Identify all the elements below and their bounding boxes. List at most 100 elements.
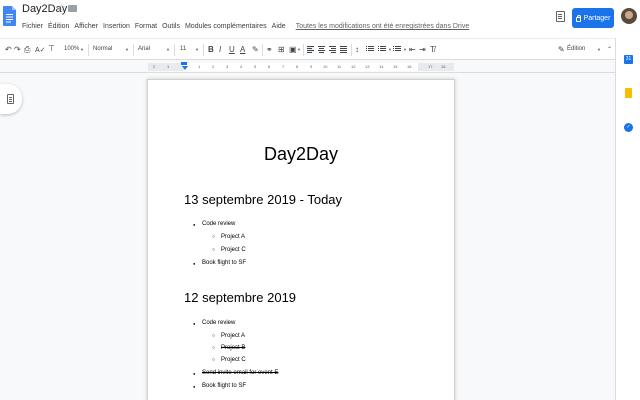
menu-tools[interactable]: Outils bbox=[162, 23, 180, 30]
ruler-number: 2 bbox=[153, 64, 156, 69]
outline-icon bbox=[7, 94, 14, 104]
share-label: Partager bbox=[583, 14, 611, 22]
docs-logo-icon[interactable] bbox=[3, 6, 16, 26]
list-item-done[interactable]: Send invite email for event E bbox=[193, 370, 278, 376]
highlight-icon[interactable]: ✎ bbox=[252, 45, 259, 55]
first-line-indent-marker[interactable] bbox=[181, 62, 187, 65]
align-center-icon[interactable] bbox=[318, 46, 325, 53]
list-item[interactable]: Code review bbox=[193, 221, 235, 227]
ruler-number: 15 bbox=[393, 64, 398, 69]
list-item[interactable]: Project A bbox=[212, 234, 245, 240]
comments-icon[interactable] bbox=[556, 11, 565, 22]
zoom-select[interactable]: 100% bbox=[64, 46, 79, 52]
toolbar-divider bbox=[262, 44, 263, 56]
align-justify-icon[interactable] bbox=[340, 46, 347, 53]
list-item[interactable]: Book flight to SF bbox=[193, 383, 246, 389]
ruler-number: 16 bbox=[407, 64, 412, 69]
toolbar-divider bbox=[88, 44, 89, 56]
mode-select[interactable]: Édition bbox=[567, 46, 585, 52]
spellcheck-icon[interactable]: A✓ bbox=[35, 46, 46, 56]
save-status-link[interactable]: Toutes les modifications ont été enregis… bbox=[296, 23, 470, 30]
ruler-number: 10 bbox=[323, 64, 328, 69]
chevron-down-icon: ▼ bbox=[403, 47, 407, 52]
document-heading[interactable]: Day2Day bbox=[148, 144, 454, 165]
menu-file[interactable]: Fichier bbox=[22, 23, 43, 30]
ruler-number: 6 bbox=[268, 64, 271, 69]
menu-format[interactable]: Format bbox=[135, 23, 157, 30]
menu-help[interactable]: Aide bbox=[272, 23, 286, 30]
section-heading[interactable]: 12 septembre 2019 bbox=[184, 290, 296, 305]
line-spacing-icon[interactable]: ↕ bbox=[355, 45, 359, 55]
section-heading[interactable]: 13 septembre 2019 - Today bbox=[184, 192, 342, 207]
chevron-down-icon: ▼ bbox=[297, 47, 301, 52]
align-right-icon[interactable] bbox=[329, 46, 336, 53]
comment-add-icon[interactable]: ⊞ bbox=[278, 45, 285, 55]
font-size-select[interactable]: 11 bbox=[180, 46, 186, 52]
text-color-button[interactable]: A bbox=[240, 45, 245, 55]
list-item[interactable]: Project A bbox=[212, 333, 245, 339]
style-select[interactable]: Normal bbox=[93, 46, 112, 52]
list-item[interactable]: Code review bbox=[193, 320, 235, 326]
increase-indent-icon[interactable]: ⇥ bbox=[419, 45, 426, 55]
keep-icon[interactable] bbox=[625, 88, 632, 98]
align-left-icon[interactable] bbox=[307, 46, 314, 53]
calendar-icon[interactable]: 31 bbox=[624, 55, 633, 64]
ruler-number: 1 bbox=[167, 64, 170, 69]
menu-view[interactable]: Afficher bbox=[74, 23, 98, 30]
title-bar: Day2Day ☆ Fichier Édition Afficher Inser… bbox=[0, 0, 640, 38]
font-select[interactable]: Arial bbox=[138, 46, 150, 52]
numbered-list-icon[interactable] bbox=[378, 46, 386, 53]
toolbar: ↶ ↷ ⎙ A✓ ⊤ 100% ▼ Normal ▼ Arial ▼ 11 ▼ … bbox=[0, 38, 615, 60]
decrease-indent-icon[interactable]: ⇤ bbox=[409, 45, 416, 55]
list-item[interactable]: Project C bbox=[212, 357, 246, 363]
document-page[interactable]: Day2Day 13 septembre 2019 - Today Code r… bbox=[148, 80, 454, 400]
paint-format-icon[interactable]: ⊤ bbox=[48, 44, 55, 54]
ruler-number: 4 bbox=[240, 64, 243, 69]
bulleted-list-icon[interactable] bbox=[393, 46, 401, 53]
underline-button[interactable]: U bbox=[229, 45, 235, 55]
tasks-icon[interactable]: ✓ bbox=[624, 123, 633, 132]
ruler-number: 14 bbox=[379, 64, 384, 69]
share-button[interactable]: Partager bbox=[572, 8, 614, 28]
ruler-number: 5 bbox=[254, 64, 257, 69]
folder-icon[interactable] bbox=[68, 5, 77, 12]
toolbar-divider bbox=[133, 44, 134, 56]
menu-edit[interactable]: Édition bbox=[48, 23, 69, 30]
bold-button[interactable]: B bbox=[208, 45, 214, 55]
chevron-down-icon: ▼ bbox=[166, 47, 170, 52]
ruler-margin-right bbox=[418, 63, 454, 71]
ruler-number: 2 bbox=[212, 64, 215, 69]
side-panel: 31 ✓ bbox=[615, 38, 640, 400]
avatar[interactable] bbox=[621, 8, 637, 24]
list-item[interactable]: Project C bbox=[212, 247, 246, 253]
toolbar-divider bbox=[351, 44, 352, 56]
image-icon[interactable]: ▣ bbox=[289, 45, 297, 55]
outline-button[interactable] bbox=[0, 84, 22, 114]
list-item[interactable]: Book flight to SF bbox=[193, 260, 246, 266]
star-icon[interactable]: ☆ bbox=[57, 3, 66, 14]
chevron-up-icon[interactable]: ⌃ bbox=[607, 45, 612, 55]
toolbar-divider bbox=[303, 44, 304, 56]
undo-icon[interactable]: ↶ bbox=[5, 45, 12, 55]
menu-addons[interactable]: Modules complémentaires bbox=[185, 23, 267, 30]
menu-bar: Fichier Édition Afficher Insertion Forma… bbox=[22, 23, 469, 30]
edit-mode-icon: ✎ bbox=[558, 45, 565, 54]
list-item-done[interactable]: Project B bbox=[212, 345, 245, 351]
redo-icon[interactable]: ↷ bbox=[14, 45, 21, 55]
clear-formatting-icon[interactable]: T̸ bbox=[430, 45, 435, 55]
ruler-number: 18 bbox=[441, 64, 446, 69]
ruler-number: 13 bbox=[365, 64, 370, 69]
print-icon[interactable]: ⎙ bbox=[24, 45, 30, 55]
left-indent-marker[interactable] bbox=[182, 66, 188, 70]
toolbar-divider bbox=[203, 44, 204, 56]
checklist-icon[interactable] bbox=[366, 46, 374, 53]
chevron-down-icon: ▼ bbox=[125, 47, 129, 52]
italic-button[interactable]: I bbox=[219, 45, 221, 55]
toolbar-divider bbox=[174, 44, 175, 56]
lock-icon bbox=[575, 14, 582, 22]
chevron-down-icon: ▼ bbox=[80, 47, 84, 52]
ruler-number: 11 bbox=[337, 64, 342, 69]
ruler-number: 12 bbox=[351, 64, 356, 69]
link-icon[interactable]: ⚭ bbox=[266, 45, 273, 55]
menu-insert[interactable]: Insertion bbox=[103, 23, 130, 30]
